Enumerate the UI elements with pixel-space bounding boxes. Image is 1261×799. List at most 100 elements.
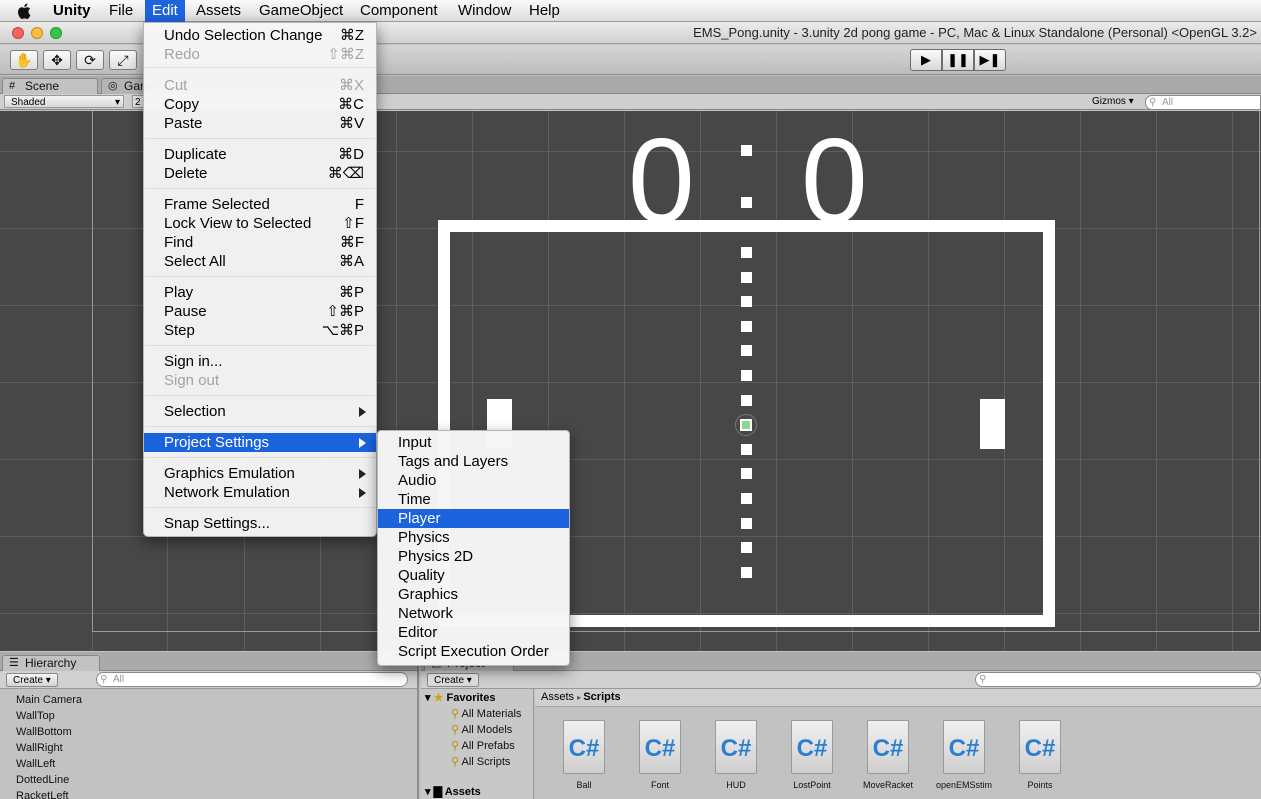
- scene-search-input[interactable]: ⚲ All: [1145, 95, 1261, 110]
- submenu-item-input[interactable]: Input: [378, 433, 569, 452]
- script-asset[interactable]: C# LostPoint: [781, 720, 843, 790]
- menu-component[interactable]: Component: [353, 0, 445, 22]
- hierarchy-item[interactable]: WallBottom: [16, 726, 72, 738]
- hierarchy-item[interactable]: WallRight: [16, 742, 63, 754]
- hierarchy-item[interactable]: WallTop: [16, 710, 55, 722]
- menu-item-snap-settings[interactable]: Snap Settings...: [144, 514, 376, 533]
- menu-item-cut[interactable]: Cut ⌘X: [144, 76, 376, 95]
- racket-right[interactable]: [980, 399, 1005, 449]
- menu-item-shortcut: ⌘D: [338, 146, 364, 163]
- menu-item-graphics-emulation[interactable]: Graphics Emulation: [144, 464, 376, 483]
- breadcrumb-scripts[interactable]: Scripts: [583, 691, 620, 703]
- dotted-line-segment: [741, 518, 752, 529]
- breadcrumb-assets[interactable]: Assets: [541, 691, 574, 703]
- menu-item-frame-selected[interactable]: Frame Selected F: [144, 195, 376, 214]
- menu-item-project-settings[interactable]: Project Settings: [144, 433, 376, 452]
- apple-icon[interactable]: [16, 2, 34, 20]
- menu-item-redo[interactable]: Redo ⇧⌘Z: [144, 45, 376, 64]
- ball[interactable]: [740, 419, 752, 431]
- submenu-item-script-execution-order[interactable]: Script Execution Order: [378, 642, 569, 661]
- favorite-item[interactable]: ⚲ All Materials: [451, 707, 521, 720]
- menu-item-find[interactable]: Find ⌘F: [144, 233, 376, 252]
- menu-item-duplicate[interactable]: Duplicate ⌘D: [144, 145, 376, 164]
- menu-item-copy[interactable]: Copy ⌘C: [144, 95, 376, 114]
- favorite-item[interactable]: ⚲ All Models: [451, 723, 512, 736]
- menu-unity[interactable]: Unity: [46, 0, 98, 22]
- menu-item-pause[interactable]: Pause ⇧⌘P: [144, 302, 376, 321]
- menu-edit[interactable]: Edit: [145, 0, 185, 22]
- menu-item-shortcut: ⌘Z: [339, 27, 364, 44]
- hand-icon: ✋: [15, 52, 33, 68]
- rotate-tool-button[interactable]: ⟳: [76, 50, 104, 70]
- menu-item-network-emulation[interactable]: Network Emulation: [144, 483, 376, 502]
- submenu-item-quality[interactable]: Quality: [378, 566, 569, 585]
- hierarchy-item[interactable]: Main Camera: [16, 694, 82, 706]
- submenu-item-graphics[interactable]: Graphics: [378, 585, 569, 604]
- submenu-item-audio[interactable]: Audio: [378, 471, 569, 490]
- menu-item-lock-view-to-selected[interactable]: Lock View to Selected ⇧F: [144, 214, 376, 233]
- submenu-item-time[interactable]: Time: [378, 490, 569, 509]
- folder-icon: ▇: [433, 786, 443, 798]
- project-search-input[interactable]: ⚲: [975, 672, 1261, 687]
- menu-assets[interactable]: Assets: [189, 0, 248, 22]
- tab-hierarchy[interactable]: ☰ Hierarchy: [2, 655, 100, 671]
- project-create-button[interactable]: Create ▾: [427, 673, 479, 687]
- tab-scene[interactable]: # Scene: [2, 78, 98, 94]
- hand-tool-button[interactable]: ✋: [10, 50, 38, 70]
- script-asset[interactable]: C# Ball: [553, 720, 615, 790]
- menu-item-paste[interactable]: Paste ⌘V: [144, 114, 376, 133]
- favorites-section[interactable]: ▾ ★ Favorites: [425, 691, 495, 704]
- scene-icon: #: [9, 80, 16, 92]
- csharp-file-icon: C#: [867, 720, 909, 774]
- menu-item-label: Lock View to Selected: [164, 215, 312, 232]
- close-window-button[interactable]: [12, 27, 24, 39]
- project-panel: ▤ Project Create ▾ ⚲ ▾ ★ Favorites ⚲ All…: [421, 652, 1261, 799]
- play-button[interactable]: ▶: [910, 49, 942, 71]
- menu-item-shortcut: ⇧⌘Z: [327, 46, 364, 63]
- shading-dropdown[interactable]: Shaded ▾: [4, 95, 124, 108]
- menu-file[interactable]: File: [102, 0, 140, 22]
- script-asset[interactable]: C# Font: [629, 720, 691, 790]
- hierarchy-search-input[interactable]: ⚲ All: [96, 672, 408, 687]
- menu-item-play[interactable]: Play ⌘P: [144, 283, 376, 302]
- submenu-item-editor[interactable]: Editor: [378, 623, 569, 642]
- move-tool-button[interactable]: ✥: [43, 50, 71, 70]
- script-asset[interactable]: C# Points: [1009, 720, 1071, 790]
- menu-item-select-all[interactable]: Select All ⌘A: [144, 252, 376, 271]
- submenu-item-player[interactable]: Player: [378, 509, 569, 528]
- menu-gameobject[interactable]: GameObject: [252, 0, 350, 22]
- scale-tool-button[interactable]: ⤢: [109, 50, 137, 70]
- menu-item-undo-selection-change[interactable]: Undo Selection Change ⌘Z: [144, 26, 376, 45]
- menu-window[interactable]: Window: [451, 0, 518, 22]
- menu-help[interactable]: Help: [522, 0, 567, 22]
- script-asset[interactable]: C# HUD: [705, 720, 767, 790]
- menu-item-selection[interactable]: Selection: [144, 402, 376, 421]
- favorite-item[interactable]: ⚲ All Prefabs: [451, 739, 515, 752]
- hierarchy-item[interactable]: RacketLeft: [16, 790, 69, 799]
- search-icon: ⚲: [979, 674, 987, 685]
- script-asset[interactable]: C# openEMSstim: [933, 720, 995, 790]
- hierarchy-item[interactable]: WallLeft: [16, 758, 55, 770]
- submenu-item-physics-2d[interactable]: Physics 2D: [378, 547, 569, 566]
- minimize-window-button[interactable]: [31, 27, 43, 39]
- menu-item-sign-out[interactable]: Sign out: [144, 371, 376, 390]
- menu-item-label: Duplicate: [164, 146, 227, 163]
- menu-separator: [145, 138, 375, 139]
- script-asset[interactable]: C# MoveRacket: [857, 720, 919, 790]
- submenu-item-physics[interactable]: Physics: [378, 528, 569, 547]
- hierarchy-create-button[interactable]: Create ▾: [6, 673, 58, 687]
- submenu-item-tags-and-layers[interactable]: Tags and Layers: [378, 452, 569, 471]
- assets-section[interactable]: ▾ ▇ Assets: [425, 785, 481, 798]
- hierarchy-item[interactable]: DottedLine: [16, 774, 69, 786]
- score-separator-bottom: [741, 197, 752, 208]
- favorite-item[interactable]: ⚲ All Scripts: [451, 755, 510, 768]
- step-button[interactable]: ▶❚: [974, 49, 1006, 71]
- zoom-window-button[interactable]: [50, 27, 62, 39]
- pause-button[interactable]: ❚❚: [942, 49, 974, 71]
- gizmos-dropdown[interactable]: Gizmos ▾: [1088, 95, 1138, 108]
- submenu-item-network[interactable]: Network: [378, 604, 569, 623]
- menu-item-step[interactable]: Step ⌥⌘P: [144, 321, 376, 340]
- menu-item-label: Frame Selected: [164, 196, 270, 213]
- menu-item-sign-in[interactable]: Sign in...: [144, 352, 376, 371]
- menu-item-delete[interactable]: Delete ⌘⌫: [144, 164, 376, 183]
